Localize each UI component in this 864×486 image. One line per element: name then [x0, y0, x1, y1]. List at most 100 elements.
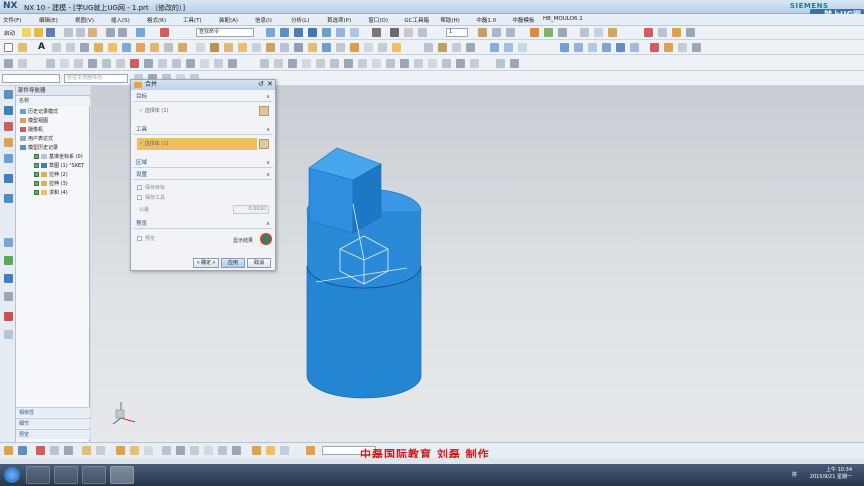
snap-point-icon[interactable]: [4, 446, 13, 455]
target-select-body[interactable]: ✓ 选择体 (1): [137, 105, 257, 117]
type-filter-select[interactable]: [2, 74, 60, 83]
sew-icon[interactable]: [378, 43, 387, 52]
ok-button[interactable]: < 确定 >: [193, 258, 219, 268]
snap-bounded-icon[interactable]: [442, 59, 451, 68]
visibility-checkbox[interactable]: [34, 190, 39, 195]
move-layer-icon[interactable]: [478, 28, 487, 37]
replace-face-icon[interactable]: [452, 43, 461, 52]
manufacturing-icon[interactable]: [4, 312, 13, 321]
new-file-icon[interactable]: [22, 28, 31, 37]
hole-icon[interactable]: [122, 43, 131, 52]
visibility-checkbox[interactable]: [34, 163, 39, 168]
taskbar-app-ie-icon[interactable]: [26, 466, 50, 484]
sketch-icon[interactable]: [4, 43, 13, 52]
edit-parameters-icon[interactable]: [82, 446, 91, 455]
clock-icon[interactable]: [4, 238, 13, 247]
keep-tool-checkbox[interactable]: [137, 195, 142, 200]
menu-item-0[interactable]: 文件(F): [3, 16, 21, 24]
collapse-icon[interactable]: ∧: [266, 93, 270, 102]
cut-icon[interactable]: [64, 28, 73, 37]
menu-item-12[interactable]: 帮助(H): [440, 16, 459, 24]
divide-curve-icon[interactable]: [214, 59, 223, 68]
studio-surface-icon[interactable]: [560, 43, 569, 52]
tree-item[interactable]: 用户表达式: [20, 135, 53, 143]
keep-target-checkbox[interactable]: [137, 185, 142, 190]
menu-item-6[interactable]: 装配(A): [219, 16, 238, 24]
paste-icon[interactable]: [88, 28, 97, 37]
n-sided-icon[interactable]: [574, 43, 583, 52]
pocket-icon[interactable]: [150, 43, 159, 52]
bounded-plane-icon[interactable]: [588, 43, 597, 52]
revolve-icon[interactable]: [108, 43, 117, 52]
select-body-icon[interactable]: [259, 139, 269, 149]
tree-item[interactable]: 基准坐标系 (0): [34, 153, 83, 161]
taskbar-app-explorer-icon[interactable]: [82, 466, 106, 484]
snap-clear-icon[interactable]: [510, 59, 519, 68]
fit-view-icon[interactable]: [266, 28, 275, 37]
measure-snap-icon[interactable]: [218, 446, 227, 455]
misc-icon[interactable]: [4, 330, 13, 339]
move-object-icon[interactable]: [50, 446, 59, 455]
menu-item-14[interactable]: 中磊模板: [512, 16, 534, 24]
menu-item-8[interactable]: 分析(L): [291, 16, 309, 24]
bridge-curve-icon[interactable]: [664, 43, 673, 52]
snap-icon[interactable]: [46, 59, 55, 68]
ellipse-icon[interactable]: [116, 59, 125, 68]
assembly-navigator-icon[interactable]: [4, 106, 13, 115]
surface-icon[interactable]: [490, 43, 499, 52]
ime-indicator[interactable]: 拼: [792, 471, 797, 478]
menu-item-7[interactable]: 信息(I): [255, 16, 272, 24]
system-materials-icon[interactable]: [4, 274, 13, 283]
datum-icon[interactable]: [18, 43, 27, 52]
face-snap-icon[interactable]: [130, 446, 139, 455]
grid-icon[interactable]: [594, 28, 603, 37]
delete-face-icon[interactable]: [466, 43, 475, 52]
collapse-icon[interactable]: ∧: [266, 126, 270, 135]
mirror-icon[interactable]: [322, 43, 331, 52]
layer-icon[interactable]: [372, 28, 381, 37]
reset-icon[interactable]: ↺: [258, 80, 264, 88]
section-target[interactable]: 目标 ∧: [133, 93, 273, 102]
pattern-icon[interactable]: [308, 43, 317, 52]
tree-item[interactable]: 拉伸 (2): [34, 171, 68, 179]
web-browser-icon[interactable]: [4, 174, 13, 183]
taskbar-app-media-icon[interactable]: [54, 466, 78, 484]
snap-endpoint-icon[interactable]: [302, 59, 311, 68]
redo-icon[interactable]: [118, 28, 127, 37]
menu-item-10[interactable]: 窗口(O): [368, 16, 388, 24]
curve-icon[interactable]: [80, 43, 89, 52]
preview-option[interactable]: 预览: [137, 235, 155, 243]
snap-quadrant-icon[interactable]: [358, 59, 367, 68]
group-icon[interactable]: [232, 446, 241, 455]
helix-icon[interactable]: [130, 59, 139, 68]
offset-curve-icon[interactable]: [172, 59, 181, 68]
menu-item-4[interactable]: 格式(R): [147, 16, 166, 24]
constraint-icon[interactable]: [274, 59, 283, 68]
intersection-curve-icon[interactable]: [692, 43, 701, 52]
coordinate-icon[interactable]: [288, 59, 297, 68]
curve-snap-icon[interactable]: [116, 446, 125, 455]
extrude-icon[interactable]: [94, 43, 103, 52]
menu-item-11[interactable]: GC工具箱: [404, 16, 429, 24]
deselect-icon[interactable]: [280, 446, 289, 455]
section-preview[interactable]: 预览 ∧: [133, 220, 273, 229]
unite-icon[interactable]: [238, 43, 247, 52]
tree-item[interactable]: 模型视图: [20, 117, 48, 125]
part-navigator-icon[interactable]: [4, 90, 13, 99]
split-body-icon[interactable]: [294, 43, 303, 52]
edit-curve-icon[interactable]: [228, 59, 237, 68]
wcs-icon[interactable]: [36, 446, 45, 455]
expand-icon[interactable]: ∨: [266, 159, 270, 168]
trim-body-icon[interactable]: [280, 43, 289, 52]
hide-icon[interactable]: [608, 28, 617, 37]
close-icon[interactable]: ✕: [267, 80, 273, 88]
zoom-icon[interactable]: [280, 28, 289, 37]
section-settings[interactable]: 设置 ∧: [133, 171, 273, 180]
repeat-command-icon[interactable]: [160, 28, 169, 37]
shell-icon[interactable]: [210, 43, 219, 52]
text-tool-icon[interactable]: A: [38, 42, 45, 52]
copy-layer-icon[interactable]: [492, 28, 501, 37]
draft-icon[interactable]: [224, 43, 233, 52]
filter-icon[interactable]: [18, 59, 27, 68]
snap-pole-icon[interactable]: [428, 59, 437, 68]
